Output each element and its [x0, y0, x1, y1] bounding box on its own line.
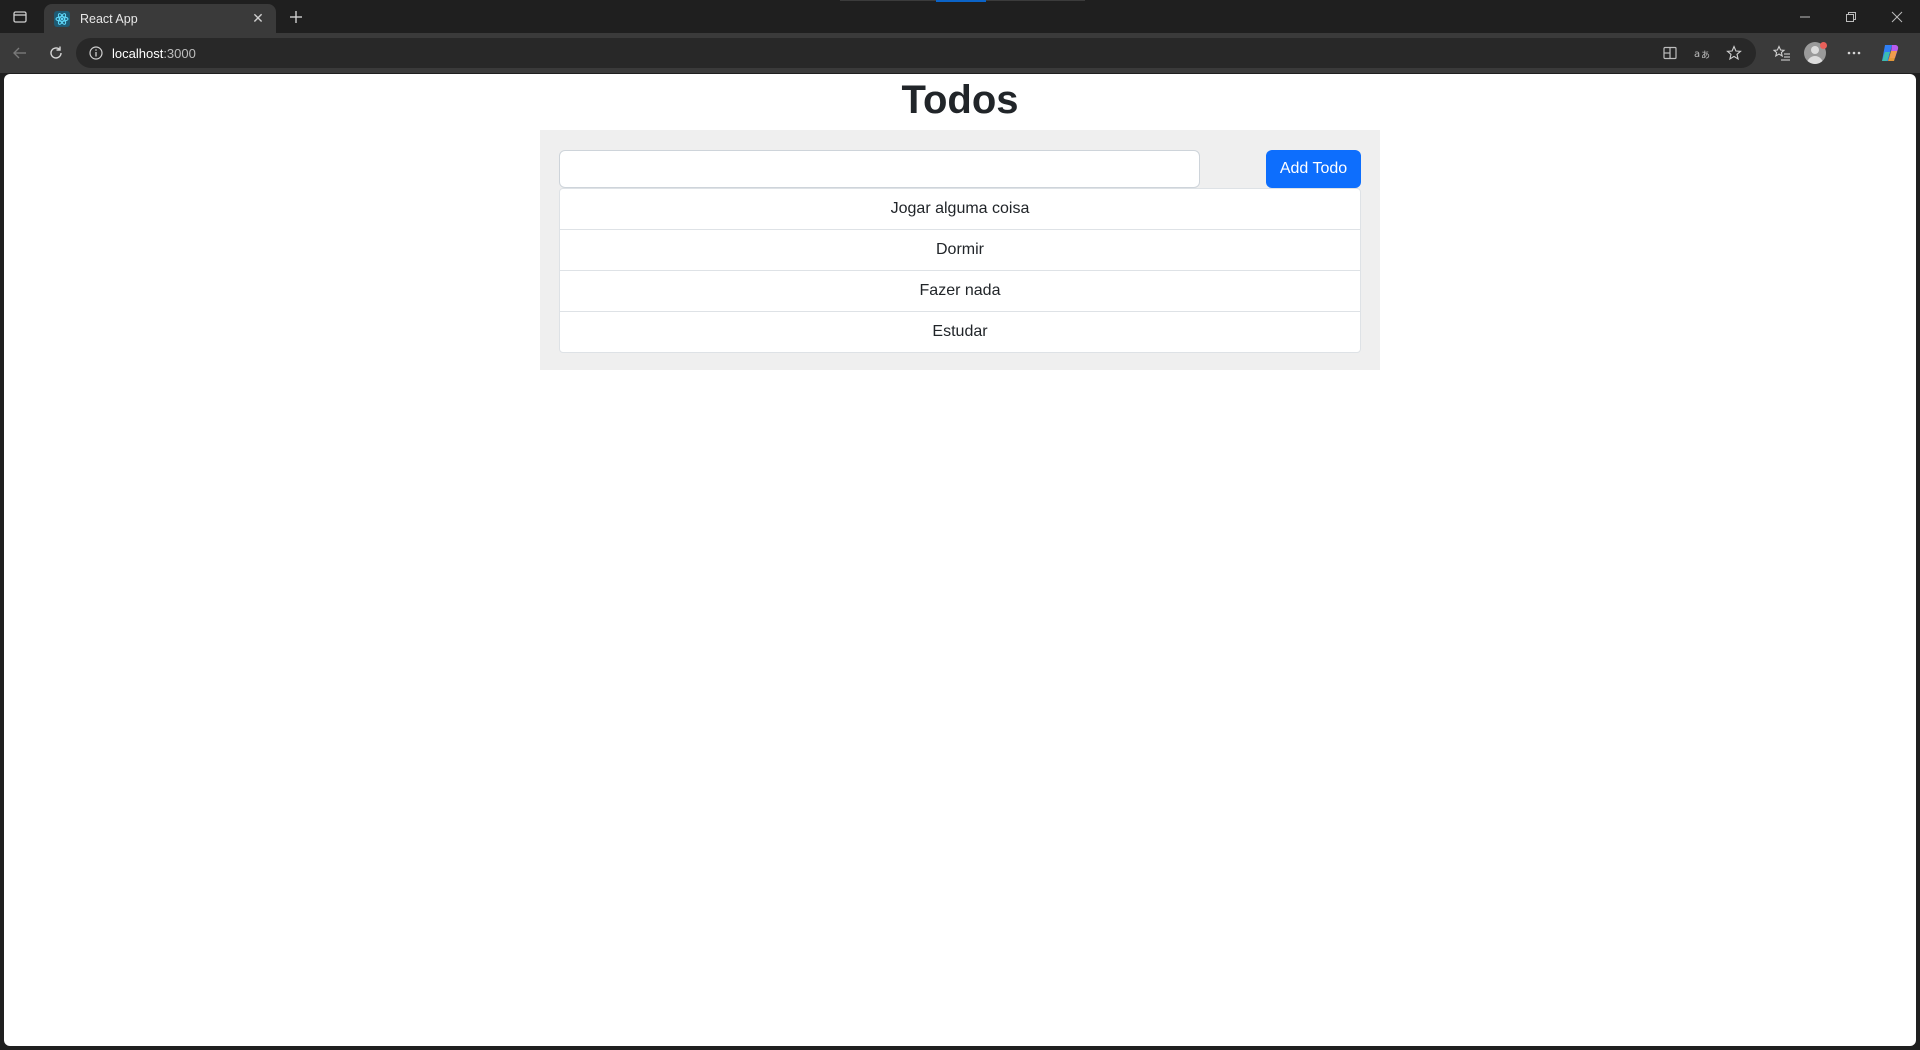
svg-text:a: a: [1694, 49, 1700, 60]
tab-react-app[interactable]: React App ✕: [44, 4, 276, 33]
browser-toolbar: localhost:3000 a あ: [0, 33, 1920, 73]
todo-item[interactable]: Fazer nada: [560, 271, 1360, 312]
read-aloud-translate-icon[interactable]: a あ: [1690, 41, 1714, 65]
top-indicator: [936, 0, 986, 2]
tab-actions-icon: [13, 10, 27, 23]
split-screen-icon[interactable]: [1658, 41, 1682, 65]
todo-item[interactable]: Estudar: [560, 312, 1360, 352]
url-port: :3000: [163, 45, 196, 61]
copilot-button[interactable]: [1872, 37, 1908, 69]
address-bar-actions: a あ: [1658, 41, 1746, 65]
back-arrow-icon: [13, 47, 26, 59]
tab-close-icon[interactable]: ✕: [250, 10, 266, 27]
tab-title: React App: [80, 11, 138, 26]
page-title: Todos: [901, 78, 1019, 122]
settings-more-button[interactable]: [1836, 37, 1872, 69]
window-controls: [1782, 0, 1920, 33]
favorite-star-icon[interactable]: [1722, 41, 1746, 65]
more-dots-icon: [1847, 51, 1861, 55]
back-button[interactable]: [2, 37, 38, 69]
tab-actions-button[interactable]: [0, 0, 40, 33]
react-favicon-icon: [54, 10, 70, 27]
url-host: localhost: [112, 45, 164, 61]
add-todo-button[interactable]: Add Todo: [1266, 150, 1361, 188]
svg-text:あ: あ: [1701, 50, 1710, 61]
minimize-button[interactable]: [1782, 0, 1828, 33]
plus-icon: [290, 10, 302, 23]
todo-item[interactable]: Dormir: [560, 230, 1360, 271]
close-icon: [1891, 11, 1903, 22]
todo-item[interactable]: Jogar alguma coisa: [560, 189, 1360, 230]
profile-notification-dot: [1819, 41, 1827, 49]
address-bar[interactable]: localhost:3000 a あ: [76, 38, 1756, 68]
restore-button[interactable]: [1828, 0, 1874, 33]
copilot-icon: [1882, 45, 1899, 61]
refresh-button[interactable]: [38, 37, 74, 69]
favorites-button[interactable]: [1764, 37, 1800, 69]
url-text: localhost:3000: [112, 46, 196, 61]
page-viewport: Todos Add Todo Jogar alguma coisa Dormir…: [4, 74, 1916, 1046]
minimize-icon: [1800, 16, 1810, 17]
restore-icon: [1846, 11, 1856, 22]
todo-input[interactable]: [559, 150, 1200, 188]
favorites-list-icon: [1773, 45, 1790, 61]
todo-panel: Add Todo Jogar alguma coisa Dormir Fazer…: [540, 130, 1380, 370]
toolbar-right: [1764, 37, 1908, 69]
refresh-icon: [50, 46, 62, 59]
site-info-icon[interactable]: [86, 43, 106, 63]
todo-list: Jogar alguma coisa Dormir Fazer nada Est…: [559, 188, 1361, 353]
new-tab-button[interactable]: [280, 3, 312, 31]
close-window-button[interactable]: [1874, 0, 1920, 33]
tab-strip: React App ✕: [0, 0, 1920, 33]
profile-button[interactable]: [1800, 37, 1836, 69]
